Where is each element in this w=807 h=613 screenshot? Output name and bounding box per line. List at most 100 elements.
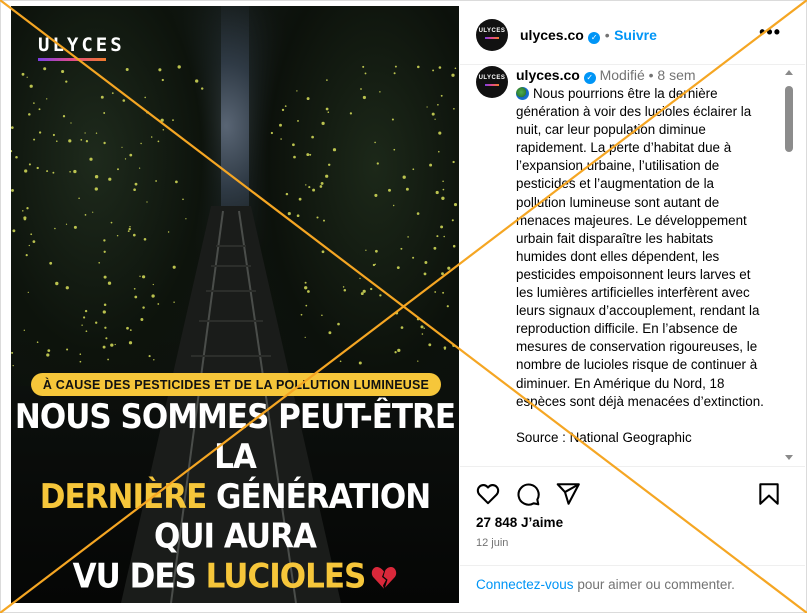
firefly-dot [441,196,445,200]
firefly-dot [423,272,427,276]
firefly-dot [95,321,98,324]
comments-scrollbar[interactable] [783,64,795,466]
banner-text: À CAUSE DES PESTICIDES ET DE LA POLLUTIO… [42,377,430,392]
headline-banner: À CAUSE DES PESTICIDES ET DE LA POLLUTIO… [31,373,441,396]
firefly-dot [311,135,314,139]
firefly-dot [28,113,31,116]
firefly-dot [155,180,158,182]
post-date[interactable]: 12 juin [476,537,508,549]
firefly-dot [46,98,48,100]
firefly-dot [32,240,36,243]
firefly-dot [391,118,394,121]
firefly-dot [104,326,107,329]
firefly-dot [393,148,396,151]
comment-icon[interactable] [515,481,541,507]
firefly-dot [305,304,308,307]
firefly-dot [417,65,420,69]
login-link[interactable]: Connectez-vous [476,577,574,592]
firefly-dot [110,343,114,347]
firefly-dot [365,249,367,251]
headline-line-2: DERNIÈRE GÉNÉRATION QUI AURA [11,478,459,558]
scroll-up-arrow-icon[interactable] [785,70,793,75]
comments-section[interactable]: ULYCES ulyces.co ✓ Modifié • 8 sem Nous … [460,64,805,467]
scroll-down-arrow-icon[interactable] [785,455,793,460]
firefly-dot [124,158,127,160]
firefly-dot [151,294,155,298]
header-username[interactable]: ulyces.co [520,27,584,43]
firefly-dot [412,256,415,259]
firefly-dot [128,341,133,345]
firefly-dot [11,351,14,354]
firefly-dot [38,131,42,134]
firefly-dot [375,249,378,253]
firefly-dot [442,180,444,183]
caption-text: Nous pourrions être la dernière générati… [516,86,764,409]
firefly-dot [24,169,28,173]
firefly-dot [433,246,437,250]
firefly-dot [69,171,71,173]
firefly-dot [46,170,49,173]
firefly-dot [134,182,138,186]
firefly-dot [114,343,116,346]
verified-badge-icon: ✓ [588,32,601,44]
firefly-dot [296,214,300,218]
firefly-dot [293,155,296,159]
firefly-dot [321,314,323,316]
firefly-dot [443,346,447,349]
follow-button[interactable]: Suivre [614,27,657,43]
firefly-dot [128,227,131,231]
firefly-dot [393,72,396,75]
firefly-dot [66,348,69,351]
caption-avatar[interactable]: ULYCES [476,66,508,98]
avatar-logo-bar [485,37,499,39]
avatar[interactable]: ULYCES [476,19,508,51]
caption-username[interactable]: ulyces.co [516,67,580,83]
firefly-dot [297,119,299,122]
firefly-dot [424,261,428,264]
firefly-dot [397,348,401,353]
heart-icon[interactable] [475,481,501,507]
firefly-dot [38,108,41,111]
more-options-icon[interactable]: ••• [759,22,781,43]
firefly-dot [157,140,160,143]
firefly-dot [364,72,367,75]
firefly-dot [379,294,382,297]
firefly-dot [157,303,160,305]
firefly-dot [440,225,444,229]
firefly-dot [11,126,14,129]
firefly-dot [62,115,66,118]
firefly-dot [146,201,148,203]
firefly-dot [440,94,443,97]
firefly-dot [420,325,424,329]
firefly-dot [358,361,362,365]
firefly-dot [107,358,109,361]
firefly-dot [452,244,456,248]
firefly-dot [79,353,82,355]
firefly-dot [349,112,353,115]
firefly-dot [438,150,440,153]
scroll-thumb[interactable] [785,86,793,152]
firefly-dot [451,73,455,77]
firefly-dot [127,230,130,233]
firefly-dot [22,210,24,212]
firefly-dot [342,286,345,288]
firefly-dot [435,190,439,195]
firefly-dot [446,305,449,308]
firefly-dot [437,103,439,106]
firefly-dot [332,148,337,152]
firefly-dot [441,272,444,276]
firefly-dot [172,119,174,122]
firefly-dot [103,275,107,279]
firefly-dot [284,105,287,107]
firefly-dot [175,180,178,184]
firefly-dot [400,326,404,329]
likes-count[interactable]: 27 848 J’aime [476,515,563,530]
firefly-dot [73,169,77,174]
share-icon[interactable] [555,481,581,507]
firefly-dot [103,303,107,307]
firefly-dot [319,185,323,188]
bookmark-icon[interactable] [756,481,782,507]
firefly-dot [417,360,419,362]
firefly-dot [30,233,33,236]
firefly-dot [307,290,310,293]
